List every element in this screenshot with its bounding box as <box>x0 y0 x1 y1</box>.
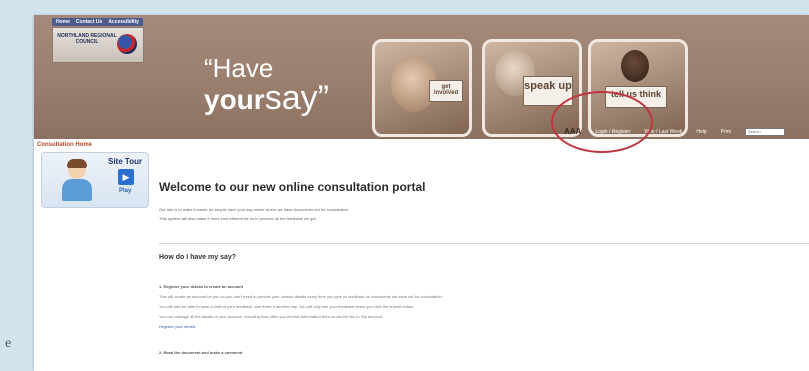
play-icon[interactable]: ▶ <box>118 169 134 185</box>
accessibility-link[interactable]: Accessibility <box>108 19 139 25</box>
intro-line: Our aim is to make it easier for people … <box>159 207 350 212</box>
step1-title: 1. Register your details to create an ac… <box>159 284 244 289</box>
intro-text: Our aim is to make it easier for people … <box>159 205 349 223</box>
step2-title: 2. Read the document and make a comment <box>159 350 243 355</box>
step1-line: You can manage all the details of your a… <box>159 314 384 319</box>
page-title: Welcome to our new online consultation p… <box>159 180 426 194</box>
annotation-circle <box>551 91 653 153</box>
play-label[interactable]: Play <box>119 188 131 194</box>
tagline-have: “Have <box>204 53 274 83</box>
have-your-say-tagline: “Have yoursay” <box>204 55 329 115</box>
contact-link[interactable]: Contact Us <box>76 19 102 25</box>
photo-sign: get involved <box>429 80 463 102</box>
site-tour-panel[interactable]: Site Tour ▶ Play <box>41 152 149 208</box>
site-tour-title: Site Tour <box>108 157 143 166</box>
step1-line: This will create an account for you so y… <box>159 294 443 299</box>
step1-line: You will also be able to save a draft of… <box>159 304 415 309</box>
divider <box>159 243 809 244</box>
logo-mark-icon <box>117 34 137 54</box>
logo-text: NORTHLAND REGIONAL COUNCIL <box>57 33 117 45</box>
site-header: Home Contact Us Accessibility NORTHLAND … <box>34 15 809 139</box>
header-photo-man: get involved <box>372 39 472 137</box>
photo-person <box>621 50 649 82</box>
intro-line: This system will also make it more cost … <box>159 216 317 221</box>
print-link[interactable]: Print <box>721 129 731 135</box>
help-link[interactable]: Help <box>696 129 706 135</box>
breadcrumb[interactable]: Consultation Home <box>37 142 92 148</box>
utility-links: Home Contact Us Accessibility <box>52 18 143 26</box>
search-input[interactable] <box>744 127 785 136</box>
header-nav: AAA Login / Register Who / Last Week Hel… <box>34 124 809 139</box>
page-edge-letter: e <box>5 336 12 351</box>
home-link[interactable]: Home <box>56 19 70 25</box>
how-heading: How do I have my say? <box>159 254 237 261</box>
register-details-link[interactable]: Register your details <box>159 324 195 329</box>
tour-person-icon <box>60 159 94 203</box>
browser-page: Home Contact Us Accessibility NORTHLAND … <box>34 15 809 371</box>
tagline-your: your <box>204 84 265 115</box>
tagline-say: say” <box>264 79 329 117</box>
council-logo[interactable]: NORTHLAND REGIONAL COUNCIL <box>52 27 144 63</box>
